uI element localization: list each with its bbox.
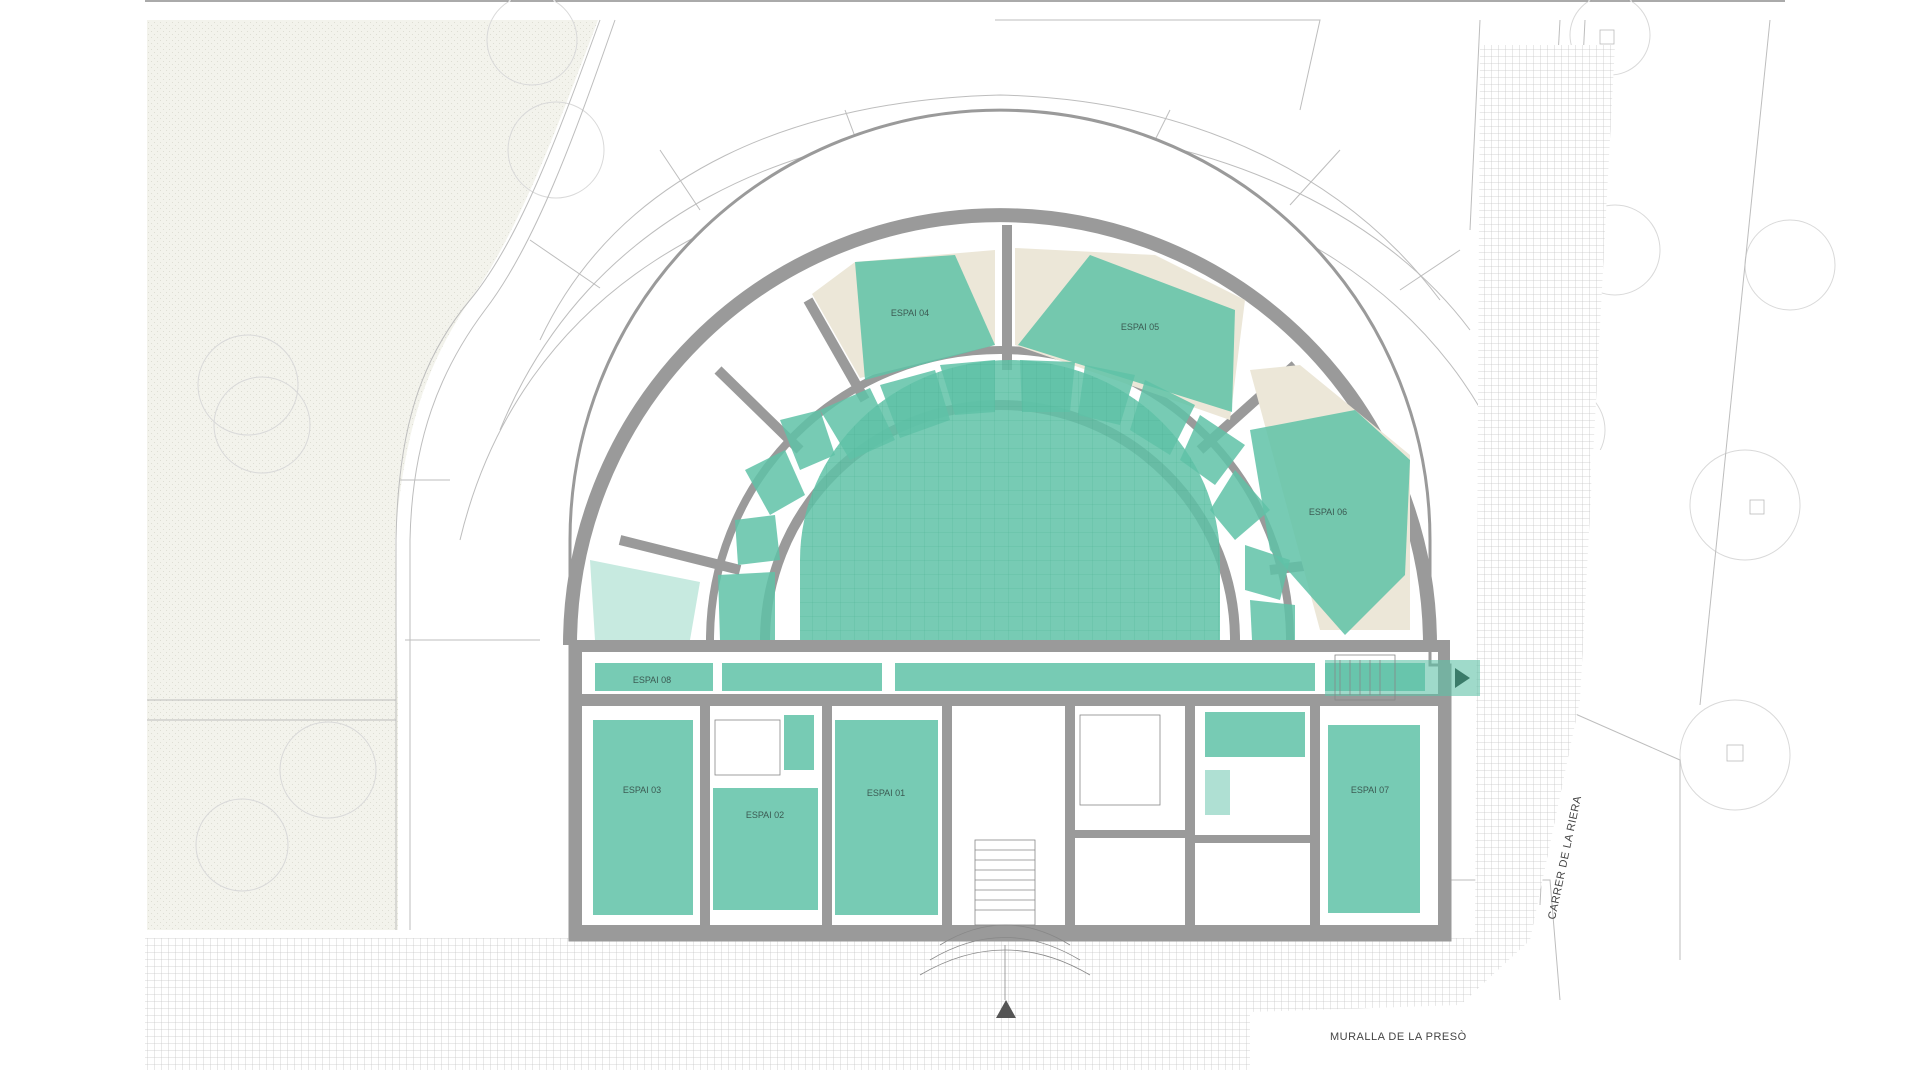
space-label-espai-04: ESPAI 04: [891, 308, 929, 318]
street-label-muralla: MURALLA DE LA PRESÒ: [1330, 1030, 1467, 1043]
espai-01-area: [835, 720, 938, 915]
espai-07-area: [1328, 725, 1420, 913]
space-label-espai-02: ESPAI 02: [746, 810, 784, 820]
space-label-espai-07: ESPAI 07: [1351, 785, 1389, 795]
space-label-espai-03: ESPAI 03: [623, 785, 661, 795]
floor-plan: ESPAI 01 ESPAI 02 ESPAI 03 ESPAI 04 ESPAI 05…: [145, 0, 1836, 1070]
space-label-espai-01: ESPAI 01: [867, 788, 905, 798]
space-label-espai-06: ESPAI 06: [1309, 507, 1347, 517]
space-label-espai-08: ESPAI 08: [633, 675, 671, 685]
espai-03-area: [593, 720, 693, 915]
espai-02-area: [713, 788, 818, 910]
space-label-espai-05: ESPAI 05: [1121, 322, 1159, 332]
